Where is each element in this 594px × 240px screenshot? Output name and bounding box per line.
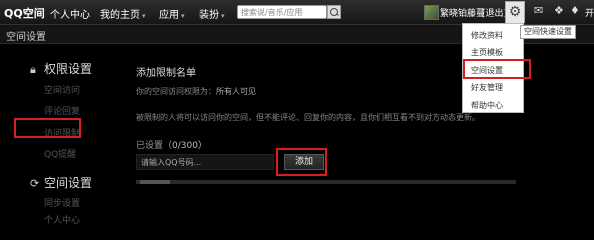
qzone-logo[interactable]: QQ空间 bbox=[4, 5, 45, 21]
restriction-list-area bbox=[136, 180, 516, 184]
page-title: 空间设置 bbox=[6, 32, 46, 43]
nav-personal-center[interactable]: 个人中心 bbox=[50, 6, 90, 21]
menu-item-homepage-template[interactable]: 主页模板 bbox=[471, 47, 503, 58]
search-button[interactable] bbox=[327, 5, 341, 19]
highlight-box-menu bbox=[463, 59, 531, 79]
settings-gear-button[interactable]: ⚙ bbox=[505, 1, 525, 23]
username-link[interactable]: 繁晓铂藤蔓 bbox=[440, 6, 485, 19]
vip-icon[interactable]: ♦ bbox=[570, 4, 580, 17]
menu-item-edit-profile[interactable]: 修改资料 bbox=[471, 30, 503, 41]
permission-status: 你的空间访问权限为：所有人可见 bbox=[136, 87, 256, 96]
sidebar-section-permissions[interactable]: 🔒︎ 权限设置 bbox=[30, 60, 92, 77]
sidebar-item-space-access[interactable]: 空间访问 bbox=[44, 83, 80, 96]
gear-icon: ⚙ bbox=[508, 4, 522, 20]
restriction-description: 被限制的人将可以访问你的空间，但不能评论、回复你的内容，且你们相互看不到对方动态… bbox=[136, 113, 480, 122]
highlight-box-add bbox=[276, 148, 327, 176]
qq-number-input[interactable]: 请输入QQ号码... bbox=[136, 154, 274, 170]
avatar[interactable] bbox=[424, 5, 439, 20]
gift-icon[interactable]: ❖ bbox=[554, 4, 564, 17]
sidebar-item-sync-settings[interactable]: 同步设置 bbox=[44, 196, 80, 209]
nav-apps[interactable]: 应用 ▾ bbox=[159, 6, 185, 21]
sidebar-item-comment-reply[interactable]: 评论回复 bbox=[44, 104, 80, 117]
logout-link[interactable]: [退出] bbox=[482, 6, 507, 19]
search-input[interactable]: 搜索说/音乐/应用 bbox=[237, 5, 327, 19]
section-heading: 添加限制名单 bbox=[136, 68, 196, 79]
list-scrollbar[interactable] bbox=[140, 180, 170, 184]
menu-item-friend-management[interactable]: 好友管理 bbox=[471, 82, 503, 93]
nav-my-homepage[interactable]: 我的主页 ▾ bbox=[100, 6, 146, 21]
more-menu[interactable]: 开 bbox=[585, 6, 594, 19]
highlight-box-sidebar bbox=[14, 118, 81, 138]
menu-item-help-center[interactable]: 帮助中心 bbox=[471, 100, 503, 111]
sidebar-item-personal-center[interactable]: 个人中心 bbox=[44, 213, 80, 226]
nav-decorate[interactable]: 装扮 ▾ bbox=[199, 6, 225, 21]
lock-icon: 🔒︎ bbox=[30, 63, 36, 76]
sidebar-item-qq-reminder[interactable]: QQ提醒 bbox=[44, 147, 76, 160]
mail-icon[interactable]: ✉ bbox=[534, 4, 543, 17]
permission-value-link[interactable]: 所有人可见 bbox=[216, 87, 256, 96]
top-navigation-bar: QQ空间 个人中心 我的主页 ▾ 应用 ▾ 装扮 ▾ 搜索说/音乐/应用 繁晓铂藤蔓 … bbox=[0, 0, 594, 25]
restriction-count: 已设置（0/300） bbox=[136, 141, 207, 151]
sidebar-section-space-settings[interactable]: ⟳ 空间设置 bbox=[30, 174, 92, 191]
settings-tooltip: 空间快速设置 bbox=[520, 25, 576, 39]
refresh-icon: ⟳ bbox=[30, 177, 40, 190]
